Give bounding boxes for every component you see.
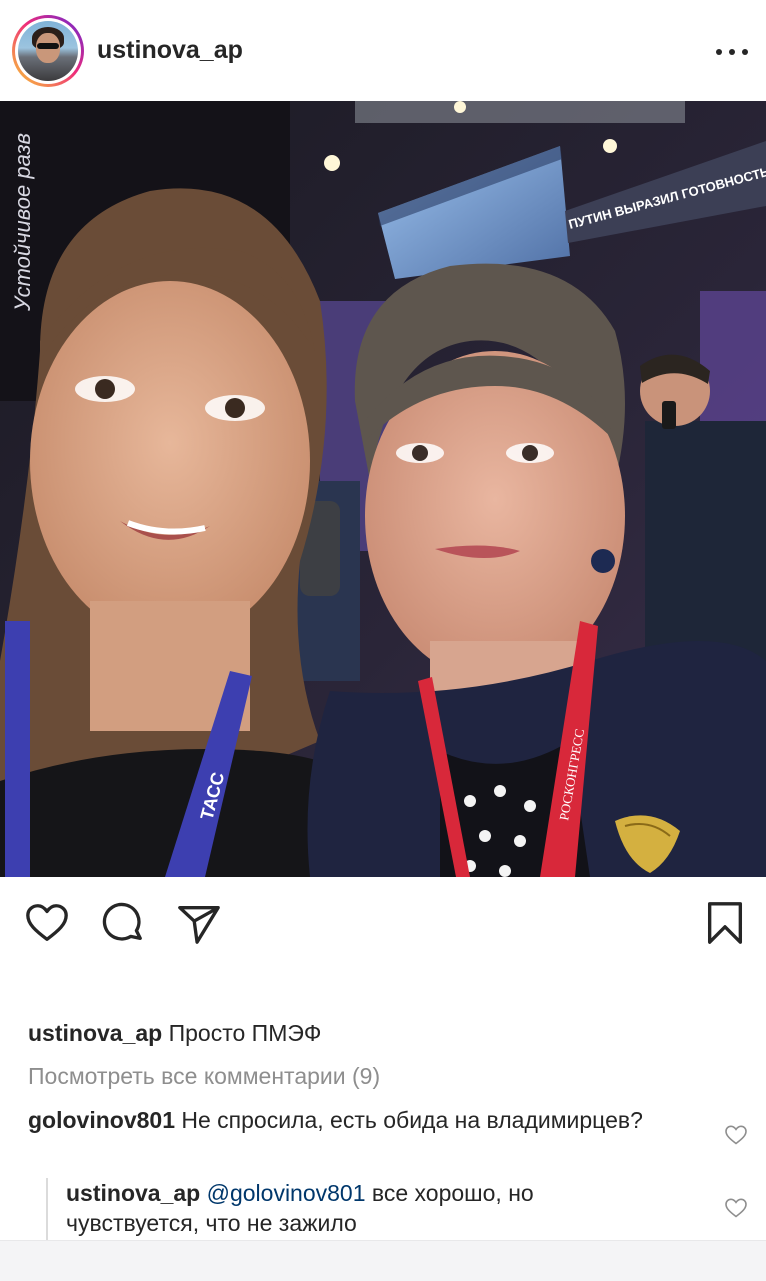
more-dot	[742, 49, 748, 55]
bottom-bar	[0, 1240, 766, 1281]
paper-plane-icon[interactable]	[176, 900, 222, 946]
post-photo[interactable]: Устойчивое разв ПУТИН ВЫРАЗИЛ ГОТОВНОСТЬ…	[0, 101, 766, 877]
ceiling-light	[454, 101, 466, 113]
left-lanyard	[5, 621, 30, 877]
photo-illustration: Устойчивое разв ПУТИН ВЫРАЗИЛ ГОТОВНОСТЬ…	[0, 101, 766, 877]
heart-outline-icon[interactable]	[24, 900, 70, 946]
post-header: ustinova_ap	[0, 0, 766, 101]
bg-phone	[662, 401, 676, 429]
ceiling-light	[324, 155, 340, 171]
avatar[interactable]	[12, 15, 84, 87]
comment-item: golovinov801 Не спросила, есть обида на …	[28, 1105, 668, 1135]
reply-mention[interactable]: @golovinov801	[207, 1180, 366, 1206]
reply-thread-line	[46, 1178, 48, 1240]
caption-text: Просто ПМЭФ	[169, 1020, 322, 1046]
avatar-border	[15, 18, 81, 84]
ceiling-light	[603, 139, 617, 153]
avatar-glasses	[37, 43, 59, 49]
more-dot	[729, 49, 735, 55]
left-sign-text: Устойчивое разв	[10, 133, 35, 312]
ceiling-truss	[355, 101, 685, 123]
header-username[interactable]: ustinova_ap	[97, 36, 243, 65]
comment-bubble-icon[interactable]	[100, 900, 146, 946]
bookmark-icon[interactable]	[702, 900, 748, 946]
earring	[591, 549, 615, 573]
comment-like-heart-icon[interactable]	[724, 1123, 748, 1147]
reply-item: ustinova_ap @golovinov801 все хорошо, но…	[66, 1178, 666, 1238]
caption-username[interactable]: ustinova_ap	[28, 1020, 162, 1046]
reply-username[interactable]: ustinova_ap	[66, 1180, 200, 1206]
avatar-image	[18, 21, 78, 81]
left-woman-face	[30, 281, 310, 641]
comment-username[interactable]: golovinov801	[28, 1107, 175, 1133]
more-dot	[716, 49, 722, 55]
reply-like-heart-icon[interactable]	[724, 1196, 748, 1220]
more-options-icon[interactable]	[716, 48, 748, 56]
post-caption: ustinova_ap Просто ПМЭФ	[28, 1018, 321, 1048]
action-bar	[0, 890, 766, 954]
bg-man-suit	[645, 421, 766, 661]
comment-text: Не спросила, есть обида на владимирцев?	[181, 1107, 643, 1133]
view-all-comments-link[interactable]: Посмотреть все комментарии (9)	[28, 1063, 380, 1090]
